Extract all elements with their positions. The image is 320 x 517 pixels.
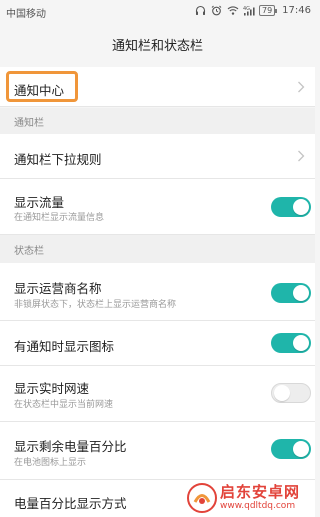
show-battery-pct-subtitle: 在电池图标上显示 <box>14 458 87 468</box>
show-notif-icon-label: 有通知时显示图标 <box>14 339 115 354</box>
chevron-right-icon <box>298 81 305 93</box>
status-bar: 中国移动 4G 79 17:46 <box>0 0 315 24</box>
watermark-url: www.qdltdq.com <box>220 501 296 511</box>
toggle-knob <box>293 199 309 215</box>
page-title: 通知栏和状态栏 <box>111 38 203 54</box>
toggle-knob <box>293 285 309 301</box>
pulldown-rule-label: 通知栏下拉规则 <box>14 152 102 167</box>
group-header-notification-bar: 通知栏 <box>0 108 315 134</box>
show-battery-pct-label: 显示剩余电量百分比 <box>14 439 127 454</box>
watermark: 启东安卓网 www.qdltdq.com <box>187 481 313 515</box>
headphones-icon <box>195 4 207 16</box>
show-battery-pct-row: 显示剩余电量百分比 在电池图标上显示 <box>0 422 315 480</box>
alarm-icon <box>211 4 223 16</box>
group-header-status-bar: 状态栏 <box>0 235 315 263</box>
show-traffic-subtitle: 在通知栏显示流量信息 <box>14 213 105 223</box>
show-carrier-subtitle: 非锁屏状态下，状态栏上显示运营商名称 <box>14 300 177 310</box>
watermark-name: 启东安卓网 <box>220 483 301 501</box>
show-traffic-row: 显示流量 在通知栏显示流量信息 <box>0 179 315 235</box>
watermark-text: 启东安卓网 www.qdltdq.com <box>220 485 300 511</box>
clock: 17:46 <box>282 4 311 16</box>
show-speed-label: 显示实时网速 <box>14 381 90 396</box>
pulldown-rule-row[interactable]: 通知栏下拉规则 <box>0 134 315 179</box>
status-icons: 4G 79 17:46 <box>195 4 311 16</box>
show-carrier-toggle[interactable] <box>271 283 311 303</box>
highlight-frame <box>6 71 78 102</box>
carrier-label: 中国移动 <box>6 9 46 20</box>
watermark-logo-icon <box>187 483 217 513</box>
show-notif-icon-toggle[interactable] <box>271 333 311 353</box>
wifi-icon <box>227 4 239 16</box>
battery-icon: 79 <box>258 4 278 16</box>
show-carrier-label: 显示运营商名称 <box>14 281 102 296</box>
show-traffic-label: 显示流量 <box>14 195 65 210</box>
chevron-right-icon <box>298 150 305 162</box>
signal-4g-icon: 4G <box>243 4 255 16</box>
group-label: 状态栏 <box>14 245 44 257</box>
battery-pct-mode-label: 电量百分比显示方式 <box>14 496 127 511</box>
show-notif-icon-row: 有通知时显示图标 <box>0 321 315 366</box>
show-carrier-row: 显示运营商名称 非锁屏状态下，状态栏上显示运营商名称 <box>0 263 315 321</box>
show-speed-row: 显示实时网速 在状态栏中显示当前网速 <box>0 366 315 422</box>
group-label: 通知栏 <box>14 117 44 129</box>
toggle-knob <box>274 385 290 401</box>
svg-text:4G: 4G <box>243 6 250 12</box>
show-battery-pct-toggle[interactable] <box>271 439 311 459</box>
show-traffic-toggle[interactable] <box>271 197 311 217</box>
show-speed-toggle[interactable] <box>271 383 311 403</box>
toggle-knob <box>293 441 309 457</box>
show-speed-subtitle: 在状态栏中显示当前网速 <box>14 400 114 410</box>
toggle-knob <box>293 335 309 351</box>
